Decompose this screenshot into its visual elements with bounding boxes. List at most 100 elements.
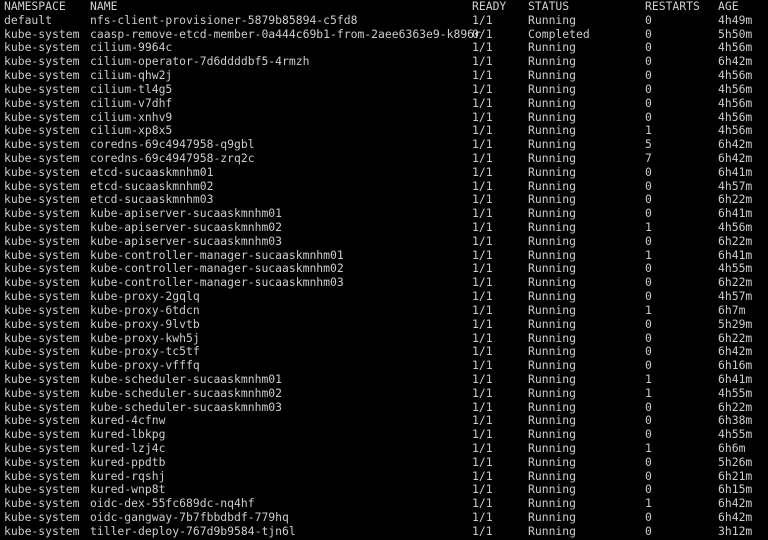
pod-age: 4h56m (718, 95, 753, 110)
pod-name: kured-lzj4c (90, 441, 166, 455)
pod-namespace: kube-system (4, 109, 80, 124)
table-row: kube-system coredns-69c4947958-zrq2c 1/1 Ru… (0, 150, 768, 166)
pod-status: Running (528, 385, 577, 400)
pod-namespace: kube-system (4, 178, 80, 193)
pod-status: Running (528, 150, 577, 165)
pod-restarts: 0 (645, 427, 652, 442)
pod-status: Running (528, 468, 577, 483)
terminal-window[interactable]: NAMESPACE NAME READY STATUS RESTARTS AGE… (0, 0, 768, 540)
table-row: kube-system cilium-tl4g5 1/1 Running 0 4h56m (0, 81, 768, 97)
pod-name: oidc-dex-55fc689dc-nq4hf (90, 496, 255, 511)
pod-name: cilium-tl4g5 (90, 81, 173, 96)
pod-ready: 0/1 (472, 26, 493, 41)
pod-name: cilium-xp8x5 (90, 123, 173, 138)
pod-namespace: kube-system (4, 302, 80, 317)
pod-ready: 1/1 (472, 109, 493, 124)
pod-namespace: kube-system (4, 427, 80, 442)
pod-status: Running (528, 371, 577, 386)
pod-name: coredns-69c4947958-zrq2c (90, 150, 255, 165)
pod-namespace: kube-system (4, 523, 80, 538)
table-row: kube-system kube-scheduler-sucaaskmnhm02 1… (0, 385, 768, 401)
pod-status: Running (528, 510, 577, 525)
pod-restarts: 1 (645, 302, 652, 317)
table-row: kube-system kured-lbkpg 1/1 Running 0 4h55m (0, 427, 768, 442)
table-header-row: NAMESPACE NAME READY STATUS RESTARTS AGE (0, 0, 768, 14)
pod-restarts: 0 (645, 261, 652, 276)
pod-name: kured-lbkpg (90, 427, 166, 442)
pod-ready: 1/1 (472, 482, 493, 497)
pod-ready: 1/1 (472, 220, 493, 234)
pod-age: 6h22m (718, 192, 753, 207)
pod-name: kube-controller-manager-sucaaskmnhm02 (90, 261, 344, 276)
table-row: kube-system kube-proxy-kwh5j 1/1 Running 0 6h… (0, 330, 768, 346)
pod-ready: 1/1 (472, 523, 493, 538)
pod-name: etcd-sucaaskmnhm03 (90, 192, 214, 207)
pod-age: 4h55m (718, 427, 753, 442)
pod-namespace: kube-system (4, 413, 80, 428)
pod-status: Running (528, 54, 577, 69)
pod-name: kube-scheduler-sucaaskmnhm01 (90, 371, 283, 386)
pod-name: kured-wnp8t (90, 482, 166, 497)
pod-status: Running (528, 523, 577, 538)
table-row: kube-system coredns-69c4947958-q9gbl 1/1 Ru… (0, 137, 768, 152)
pod-name: kured-4cfnw (90, 413, 166, 428)
pod-ready: 1/1 (472, 275, 493, 290)
pod-status: Running (528, 206, 577, 221)
pod-namespace: default (4, 12, 53, 27)
pod-restarts: 1 (645, 496, 652, 511)
table-row: kube-system kube-apiserver-sucaaskmnhm03 1… (0, 233, 768, 249)
pod-status: Running (528, 427, 577, 442)
pod-restarts: 0 (645, 95, 652, 110)
pod-restarts: 0 (645, 164, 652, 179)
pod-name: cilium-v7dhf (90, 95, 173, 110)
pod-status: Running (528, 358, 577, 373)
table-row: kube-system tiller-deploy-767d9b9584-tjn6… (0, 523, 768, 539)
table-row: kube-system kube-proxy-9lvtb 1/1 Running 0 5h… (0, 316, 768, 332)
pod-status: Running (528, 192, 577, 207)
pod-ready: 1/1 (472, 330, 493, 345)
pod-status: Running (528, 95, 577, 110)
table-row: kube-system kube-proxy-2gqlq 1/1 Running 0 4h… (0, 289, 768, 304)
pod-ready: 1/1 (472, 54, 493, 69)
pod-ready: 1/1 (472, 40, 493, 55)
pod-age: 6h41m (718, 206, 753, 221)
pod-age: 6h42m (718, 54, 753, 69)
table-row: kube-system etcd-sucaaskmnhm01 1/1 Running 0… (0, 164, 768, 180)
pod-status: Running (528, 482, 577, 497)
table-row: kube-system kube-proxy-tc5tf 1/1 Running 0 6h… (0, 344, 768, 359)
pod-restarts: 0 (645, 206, 652, 221)
table-row: kube-system kube-scheduler-sucaaskmnhm01 1… (0, 371, 768, 387)
pod-age: 6h22m (718, 275, 753, 290)
pod-restarts: 0 (645, 192, 652, 207)
pod-restarts: 0 (645, 344, 652, 359)
pod-namespace: kube-system (4, 233, 80, 248)
pod-restarts: 0 (645, 454, 652, 469)
pod-age: 4h56m (718, 109, 753, 124)
pod-age: 4h49m (718, 12, 753, 27)
pod-name: cilium-9964c (90, 40, 173, 55)
table-row: kube-system kured-4cfnw 1/1 Running 0 6h38m (0, 414, 768, 428)
pod-status: Running (528, 109, 577, 124)
pod-ready: 1/1 (472, 68, 493, 83)
column-header-namespace: NAMESPACE (4, 0, 66, 13)
pod-name: kube-proxy-tc5tf (90, 344, 200, 359)
pod-namespace: kube-system (4, 40, 80, 55)
pod-restarts: 0 (645, 482, 652, 497)
pod-list: default nfs-client-provisioner-5879b85894… (0, 12, 768, 540)
table-row: kube-system etcd-sucaaskmnhm02 1/1 Running 0… (0, 178, 768, 194)
pod-status: Running (528, 413, 577, 428)
pod-age: 5h29m (718, 316, 753, 331)
pod-name: coredns-69c4947958-q9gbl (90, 137, 255, 152)
pod-age: 3h12m (718, 523, 753, 538)
pod-restarts: 7 (645, 150, 652, 165)
pod-ready: 1/1 (472, 233, 493, 248)
pod-name: cilium-xnhv9 (90, 109, 173, 124)
pod-name: kube-apiserver-sucaaskmnhm01 (90, 206, 283, 221)
pod-name: kured-rqshj (90, 468, 166, 483)
pod-restarts: 0 (645, 510, 652, 525)
pod-ready: 1/1 (472, 81, 493, 96)
pod-namespace: kube-system (4, 454, 80, 469)
pod-namespace: kube-system (4, 206, 80, 221)
pod-namespace: kube-system (4, 26, 80, 41)
pod-restarts: 0 (645, 413, 652, 428)
